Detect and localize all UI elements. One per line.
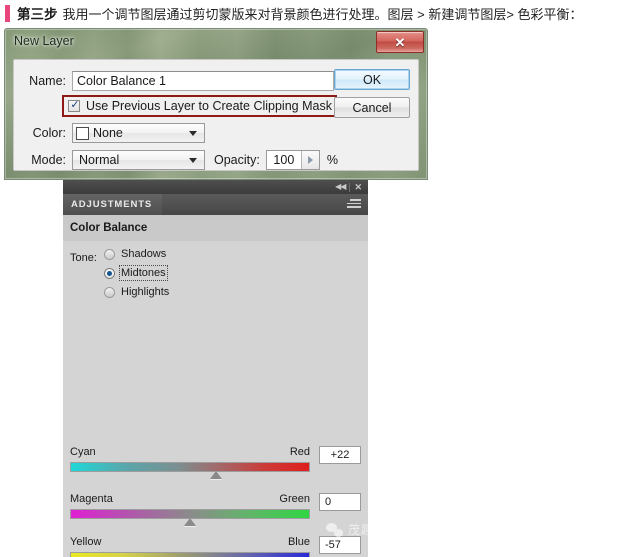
panel-heading-bar: Color Balance	[63, 215, 368, 242]
slider-cyan-red-value[interactable]: +22	[319, 446, 361, 464]
panel-menu-icon[interactable]	[347, 199, 361, 210]
slider-magenta-green-thumb[interactable]	[184, 518, 196, 526]
mode-label: Mode:	[31, 153, 66, 167]
slider-cyan-red-right-label: Red	[289, 446, 310, 458]
radio-highlights-label: Highlights	[121, 286, 170, 298]
clipping-mask-row[interactable]: Use Previous Layer to Create Clipping Ma…	[68, 98, 332, 113]
radio-highlights-button[interactable]	[104, 286, 115, 298]
slider-magenta-green-value[interactable]: 0	[319, 493, 361, 511]
opacity-stepper-button[interactable]	[300, 151, 319, 169]
stepper-right-icon	[307, 156, 313, 164]
dialog-titlebar[interactable]: New Layer ✕	[5, 29, 427, 55]
collapse-panel-icon[interactable]: ◀◀	[335, 183, 346, 191]
panel-content: Tone: Shadows Midtones Highlights Cyan R…	[63, 241, 368, 557]
color-label: Color:	[32, 126, 66, 140]
opacity-label: Opacity:	[214, 153, 260, 167]
caption-step-label: 第三步	[17, 7, 58, 22]
slider-yellow-blue-caption: Yellow Blue	[70, 536, 310, 548]
name-label: Name:	[29, 74, 66, 88]
opacity-group: Opacity: 100 %	[214, 150, 338, 170]
cancel-button[interactable]: Cancel	[334, 97, 410, 118]
mode-row: Mode: Normal	[30, 150, 205, 170]
close-icon[interactable]: ✕	[354, 182, 362, 192]
opacity-spinner[interactable]: 100	[265, 150, 320, 170]
divider	[349, 182, 351, 192]
radio-midtones[interactable]: Midtones	[104, 265, 168, 281]
caption-accent-bar	[5, 4, 10, 22]
radio-shadows[interactable]: Shadows	[104, 248, 166, 260]
radio-shadows-button[interactable]	[104, 248, 115, 260]
name-row: Name: Color Balance 1	[24, 71, 334, 91]
new-layer-dialog: New Layer ✕ Name: Color Balance 1 Use Pr…	[4, 28, 428, 180]
opacity-input[interactable]: 100	[266, 151, 301, 169]
slider-cyan-red-track[interactable]	[70, 462, 310, 472]
layer-name-input[interactable]: Color Balance 1	[72, 71, 334, 91]
mode-select-value: Normal	[79, 153, 120, 167]
slider-cyan-red-caption: Cyan Red	[70, 446, 310, 458]
slider-magenta-green-caption: Magenta Green	[70, 493, 310, 505]
opacity-percent-label: %	[326, 153, 338, 167]
color-select-value: None	[93, 126, 123, 140]
adjustments-panel: ◀◀ ✕ ADJUSTMENTS Color Balance Tone: Sha…	[63, 180, 368, 557]
panel-top-bar: ◀◀ ✕	[63, 180, 368, 194]
color-swatch	[76, 126, 89, 140]
slider-magenta-green-left-label: Magenta	[70, 493, 113, 505]
color-select[interactable]: None	[72, 123, 205, 143]
slider-yellow-blue-value[interactable]: -57	[319, 536, 361, 554]
wechat-icon	[326, 522, 343, 537]
tone-label: Tone:	[70, 252, 97, 264]
chevron-down-icon	[189, 131, 197, 136]
page-title: Color Balance	[70, 222, 148, 234]
watermark: 茂趣创意	[326, 521, 400, 538]
ok-button[interactable]: OK	[334, 69, 410, 90]
slider-yellow-blue-right-label: Blue	[287, 536, 310, 548]
radio-shadows-label: Shadows	[121, 248, 167, 260]
panel-tab-bar: ADJUSTMENTS	[63, 194, 368, 215]
radio-midtones-label: Midtones	[119, 265, 168, 281]
color-row: Color: None	[30, 123, 205, 143]
clipping-mask-label: Use Previous Layer to Create Clipping Ma…	[86, 99, 332, 113]
slider-cyan-red-left-label: Cyan	[70, 446, 96, 458]
radio-highlights[interactable]: Highlights	[104, 286, 169, 298]
slider-yellow-blue-track[interactable]	[70, 552, 310, 557]
radio-midtones-button[interactable]	[104, 267, 115, 279]
chevron-down-icon	[189, 158, 197, 163]
dialog-title: New Layer	[14, 34, 74, 48]
blend-mode-select[interactable]: Normal	[72, 150, 205, 170]
dialog-body: Name: Color Balance 1 Use Previous Layer…	[13, 59, 419, 171]
slider-magenta-green-right-label: Green	[279, 493, 310, 505]
slider-yellow-blue-left-label: Yellow	[70, 536, 102, 548]
panel-tab-filler	[162, 194, 368, 215]
slider-cyan-red-thumb[interactable]	[210, 471, 223, 479]
watermark-text: 茂趣创意	[348, 523, 401, 537]
tutorial-caption: 第三步 我用一个调节图层通过剪切蒙版来对背景颜色进行处理。图层 > 新建调节图层…	[0, 0, 622, 26]
caption-body-text: 我用一个调节图层通过剪切蒙版来对背景颜色进行处理。图层 > 新建调节图层> 色彩…	[62, 6, 583, 22]
close-icon: ✕	[394, 34, 406, 50]
dialog-close-button[interactable]: ✕	[376, 31, 424, 53]
tab-adjustments[interactable]: ADJUSTMENTS	[63, 194, 163, 215]
clipping-mask-checkbox[interactable]	[68, 98, 81, 112]
